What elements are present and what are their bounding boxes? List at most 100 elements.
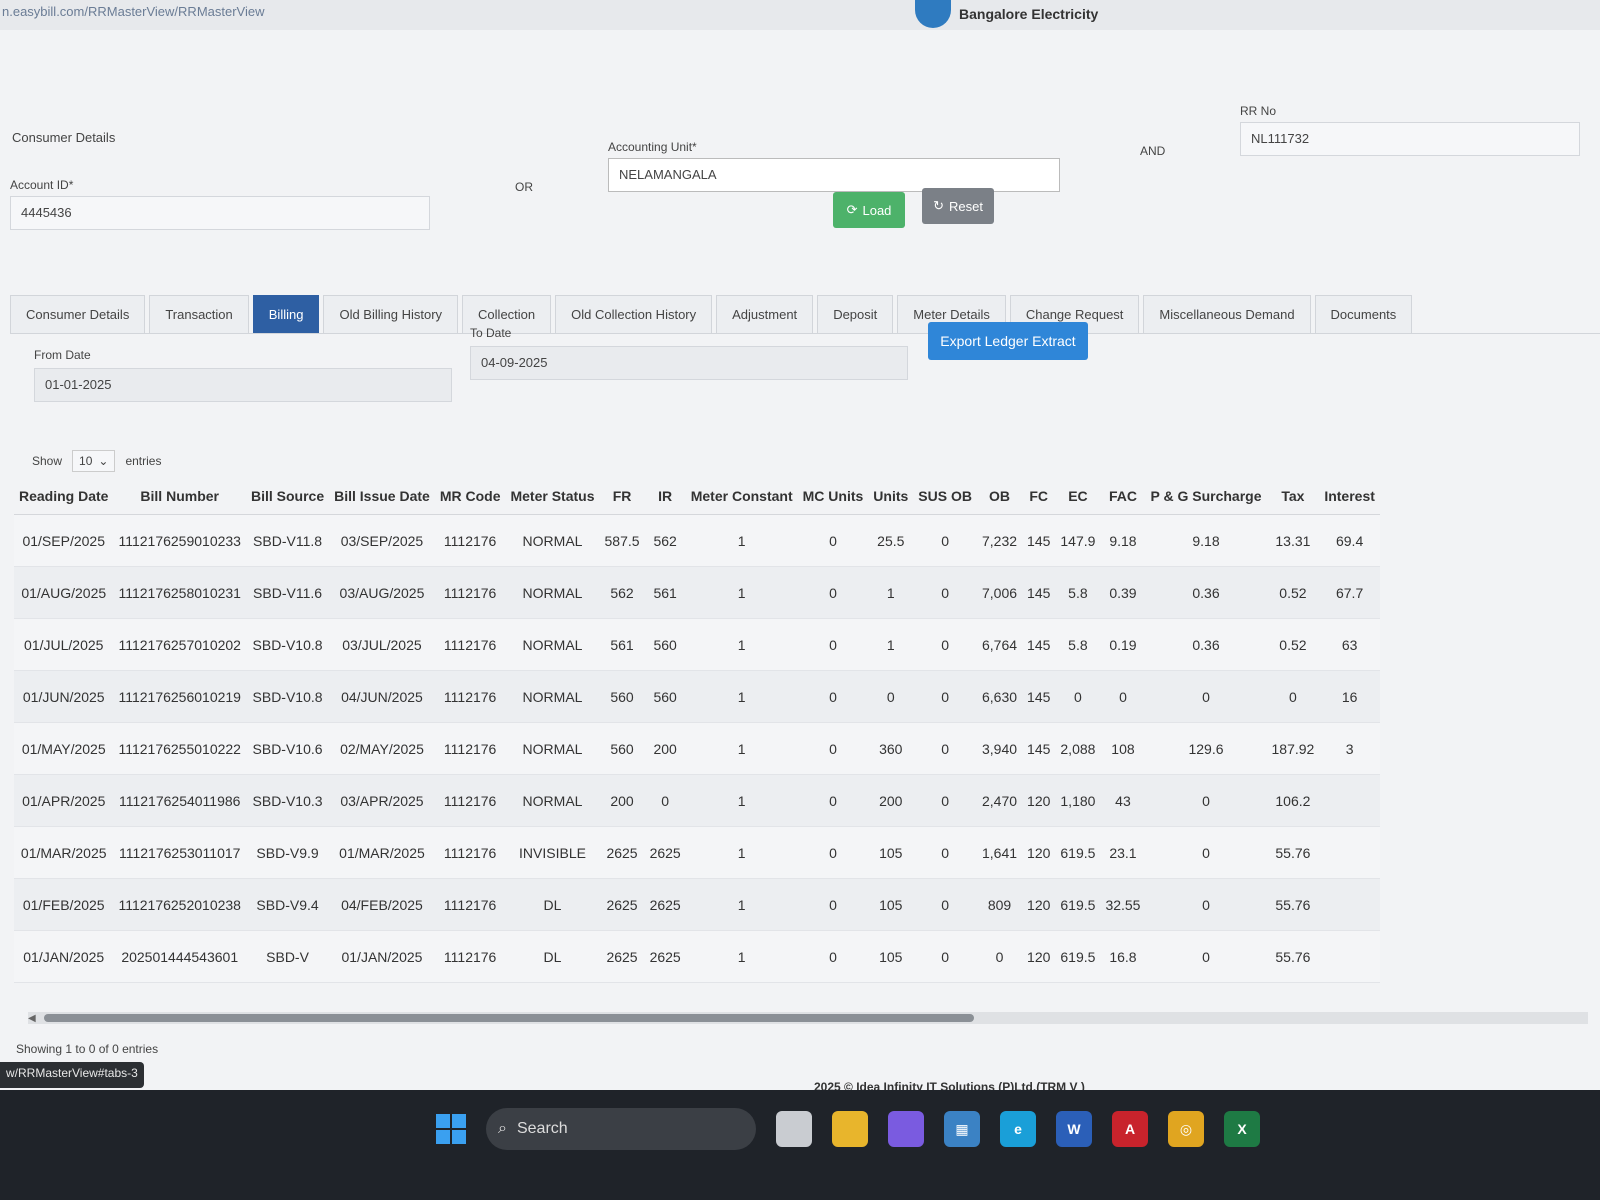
tab-documents[interactable]: Documents bbox=[1314, 295, 1413, 333]
brand-logo-icon bbox=[915, 0, 951, 28]
chrome-icon[interactable]: ◎ bbox=[1168, 1111, 1204, 1147]
column-header-meter-constant[interactable]: Meter Constant bbox=[685, 478, 798, 515]
table-cell: 25.5 bbox=[868, 514, 914, 567]
column-header-reading-date[interactable]: Reading Date bbox=[14, 478, 114, 515]
table-cell: 0 bbox=[913, 566, 977, 619]
excel-icon[interactable]: X bbox=[1224, 1111, 1260, 1147]
column-header-fac[interactable]: FAC bbox=[1100, 478, 1146, 515]
horizontal-scrollbar[interactable]: ◀ bbox=[28, 1012, 1588, 1024]
table-cell: 360 bbox=[868, 722, 914, 775]
tab-consumer-details[interactable]: Consumer Details bbox=[10, 295, 146, 333]
column-header-fr[interactable]: FR bbox=[599, 478, 645, 515]
table-cell: 0 bbox=[797, 826, 869, 879]
table-cell: 0 bbox=[797, 514, 869, 567]
table-cell: 01/JAN/2025 bbox=[14, 930, 114, 983]
column-header-bill-source[interactable]: Bill Source bbox=[245, 478, 330, 515]
table-cell: 0 bbox=[913, 618, 977, 671]
reset-button[interactable]: ↻ Reset bbox=[922, 188, 994, 224]
table-cell: 55.76 bbox=[1266, 826, 1320, 879]
column-header-p-g-surcharge[interactable]: P & G Surcharge bbox=[1145, 478, 1267, 515]
table-cell: 120 bbox=[1022, 930, 1056, 983]
column-header-mr-code[interactable]: MR Code bbox=[434, 478, 506, 515]
table-cell: 01/FEB/2025 bbox=[14, 878, 114, 931]
table-cell: SBD-V10.8 bbox=[245, 618, 330, 671]
taskbar-search[interactable]: ⌕ Search bbox=[486, 1108, 756, 1150]
tab-old-collection-history[interactable]: Old Collection History bbox=[555, 295, 713, 333]
windows-start-icon[interactable] bbox=[436, 1114, 466, 1144]
scrollbar-thumb[interactable] bbox=[44, 1014, 974, 1022]
store-icon[interactable]: ▦ bbox=[944, 1111, 980, 1147]
table-cell: SBD-V10.8 bbox=[245, 670, 330, 723]
tab-deposit[interactable]: Deposit bbox=[817, 295, 894, 333]
table-cell: 2625 bbox=[644, 878, 686, 931]
table-cell: 3,940 bbox=[976, 722, 1023, 775]
column-header-interest[interactable]: Interest bbox=[1319, 478, 1380, 515]
tab-old-billing-history[interactable]: Old Billing History bbox=[323, 295, 459, 333]
chevron-down-icon: ⌄ bbox=[98, 454, 109, 468]
table-cell: 1 bbox=[685, 618, 798, 671]
scroll-left-icon[interactable]: ◀ bbox=[28, 1013, 36, 1024]
table-cell: NORMAL bbox=[505, 722, 600, 775]
copilot-icon[interactable] bbox=[888, 1111, 924, 1147]
table-cell: 5.8 bbox=[1055, 566, 1101, 619]
search-icon: ⌕ bbox=[498, 1120, 507, 1137]
from-date-field[interactable]: 01-01-2025 bbox=[34, 368, 452, 402]
to-date-field[interactable]: 04-09-2025 bbox=[470, 346, 908, 380]
table-cell: 105 bbox=[868, 826, 914, 879]
brand-name: Bangalore Electricity bbox=[959, 6, 1099, 22]
column-header-ob[interactable]: OB bbox=[976, 478, 1023, 515]
tab-transaction[interactable]: Transaction bbox=[149, 295, 249, 333]
page-size-select[interactable]: 10 ⌄ bbox=[72, 450, 116, 472]
accounting-unit-field[interactable]: NELAMANGALA bbox=[608, 158, 1060, 192]
table-cell: 0 bbox=[913, 670, 977, 723]
column-header-bill-issue-date[interactable]: Bill Issue Date bbox=[329, 478, 435, 515]
table-cell: 1112176 bbox=[434, 514, 506, 567]
from-date-label: From Date bbox=[34, 348, 91, 362]
acrobat-icon[interactable]: A bbox=[1112, 1111, 1148, 1147]
column-header-bill-number[interactable]: Bill Number bbox=[113, 478, 246, 515]
column-header-mc-units[interactable]: MC Units bbox=[797, 478, 869, 515]
tab-adjustment[interactable]: Adjustment bbox=[716, 295, 814, 333]
file-explorer-icon[interactable] bbox=[832, 1111, 868, 1147]
table-row: 01/AUG/2025 1112176258010231 SBD-V11.6 03/A… bbox=[14, 566, 1380, 619]
table-row: 01/JAN/2025 202501444543601 SBD-V 01/JAN/20… bbox=[14, 930, 1380, 983]
rr-no-field[interactable]: NL111732 bbox=[1240, 122, 1580, 156]
table-cell: 561 bbox=[599, 618, 645, 671]
table-cell: 1 bbox=[685, 514, 798, 567]
table-cell: 9.18 bbox=[1145, 514, 1267, 567]
column-header-ec[interactable]: EC bbox=[1055, 478, 1101, 515]
edge-icon[interactable]: e bbox=[1000, 1111, 1036, 1147]
export-ledger-button[interactable]: Export Ledger Extract bbox=[928, 322, 1088, 360]
table-cell: 562 bbox=[644, 514, 686, 567]
table-cell: 23.1 bbox=[1100, 826, 1146, 879]
table-cell: 0 bbox=[1266, 670, 1320, 723]
word-icon[interactable]: W bbox=[1056, 1111, 1092, 1147]
column-header-ir[interactable]: IR bbox=[644, 478, 686, 515]
table-cell: 1 bbox=[685, 722, 798, 775]
table-cell: 01/MAR/2025 bbox=[329, 826, 435, 879]
task-view-icon[interactable] bbox=[776, 1111, 812, 1147]
search-label: Search bbox=[516, 1120, 568, 1137]
url-text[interactable]: n.easybill.com/RRMasterView/RRMasterView bbox=[2, 4, 265, 19]
tab-billing[interactable]: Billing bbox=[252, 295, 320, 333]
column-header-sus-ob[interactable]: SUS OB bbox=[913, 478, 977, 515]
table-cell: 147.9 bbox=[1055, 514, 1101, 567]
table-cell: 55.76 bbox=[1266, 878, 1320, 931]
column-header-meter-status[interactable]: Meter Status bbox=[505, 478, 600, 515]
and-label: AND bbox=[1140, 144, 1166, 158]
column-header-units[interactable]: Units bbox=[868, 478, 914, 515]
account-id-field[interactable]: 4445436 bbox=[10, 196, 430, 230]
table-cell: 13.31 bbox=[1266, 514, 1320, 567]
table-row: 01/SEP/2025 1112176259010233 SBD-V11.8 03/S… bbox=[14, 514, 1380, 567]
column-header-fc[interactable]: FC bbox=[1022, 478, 1056, 515]
load-button[interactable]: ⟳ Load bbox=[833, 192, 905, 228]
column-header-tax[interactable]: Tax bbox=[1266, 478, 1320, 515]
table-cell: 1112176253011017 bbox=[113, 826, 246, 879]
table-cell: 1112176258010231 bbox=[113, 566, 246, 619]
showing-entries-text: Showing 1 to 0 of 0 entries bbox=[16, 1042, 159, 1056]
table-cell: 16 bbox=[1319, 670, 1380, 723]
table-cell: 1112176252010238 bbox=[113, 878, 246, 931]
table-cell: SBD-V11.8 bbox=[245, 514, 330, 567]
tab-miscellaneous-demand[interactable]: Miscellaneous Demand bbox=[1143, 295, 1311, 333]
table-cell: 0 bbox=[913, 930, 977, 983]
